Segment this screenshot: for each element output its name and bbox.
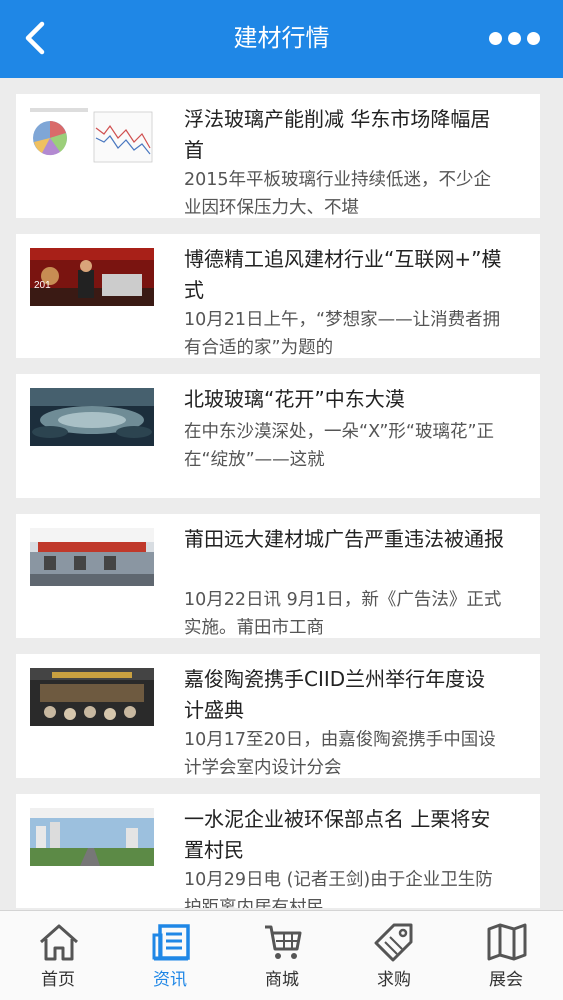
nav-label: 求购 <box>377 970 411 990</box>
news-thumbnail <box>30 808 154 866</box>
nav-label: 首页 <box>41 970 75 990</box>
nav-item-purchase[interactable]: 求购 <box>338 911 450 1000</box>
nav-item-expo[interactable]: 展会 <box>450 911 562 1000</box>
page-title: 建材行情 <box>233 24 330 52</box>
news-thumbnail: 201 <box>30 248 154 306</box>
news-thumbnail <box>30 108 154 166</box>
nav-label: 商城 <box>265 970 299 990</box>
map-icon <box>486 921 528 963</box>
news-title: 博德精工追风建材行业“互联网+”模式 <box>184 247 502 302</box>
nav-item-home[interactable]: 首页 <box>2 911 114 1000</box>
news-icon <box>150 921 192 963</box>
news-thumbnail <box>30 528 154 586</box>
tag-icon <box>374 921 416 963</box>
news-summary: 10月17至20日，由嘉俊陶瓷携手中国设计学会室内设计分会 <box>184 730 496 778</box>
nav-item-mall[interactable]: 商城 <box>226 911 338 1000</box>
bottom-nav: 首页 资讯 商城 求购 展会 <box>0 910 563 1000</box>
news-thumbnail <box>30 668 154 726</box>
news-item[interactable]: 一水泥企业被环保部点名 上栗将安置村民 10月29日电 (记者王剑)由于企业卫生… <box>16 794 540 908</box>
home-icon <box>38 921 80 963</box>
news-item[interactable]: 北玻玻璃“花开”中东大漠 在中东沙漠深处，一朵“X”形“玻璃花”正在“绽放”——… <box>16 374 540 498</box>
news-title: 北玻玻璃“花开”中东大漠 <box>184 387 405 411</box>
news-item[interactable]: 浮法玻璃产能削减 华东市场降幅居首 2015年平板玻璃行业持续低迷，不少企业因环… <box>16 94 540 218</box>
news-summary: 10月29日电 (记者王剑)由于企业卫生防护距离内居有村民 <box>184 870 493 908</box>
news-summary: 在中东沙漠深处，一朵“X”形“玻璃花”正在“绽放”——这就 <box>184 422 495 470</box>
nav-item-news[interactable]: 资讯 <box>114 911 226 1000</box>
svg-text:201: 201 <box>34 280 51 291</box>
news-title: 嘉俊陶瓷携手CIID兰州举行年度设计盛典 <box>184 667 486 722</box>
news-summary: 10月21日上午，“梦想家——让消费者拥有合适的家”为题的 <box>184 310 501 358</box>
news-title: 一水泥企业被环保部点名 上栗将安置村民 <box>184 807 491 862</box>
news-title: 莆田远大建材城广告严重违法被通报 <box>184 527 504 551</box>
nav-label: 资讯 <box>153 970 187 990</box>
news-summary: 2015年平板玻璃行业持续低迷，不少企业因环保压力大、不堪 <box>184 170 492 218</box>
news-item[interactable]: 莆田远大建材城广告严重违法被通报 10月22日讯 9月1日，新《广告法》正式实施… <box>16 514 540 638</box>
news-summary: 10月22日讯 9月1日，新《广告法》正式实施。莆田市工商 <box>184 590 502 638</box>
news-list: 浮法玻璃产能削减 华东市场降幅居首 2015年平板玻璃行业持续低迷，不少企业因环… <box>0 78 563 908</box>
news-item[interactable]: 201 博德精工追风建材行业“互联网+”模式 10月21日上午，“梦想家——让消… <box>16 234 540 358</box>
top-bar: 建材行情 <box>0 0 563 78</box>
more-dots-icon[interactable] <box>489 26 541 50</box>
cart-icon <box>262 921 304 963</box>
news-title: 浮法玻璃产能削减 华东市场降幅居首 <box>184 107 491 162</box>
news-thumbnail <box>30 388 154 446</box>
news-item[interactable]: 嘉俊陶瓷携手CIID兰州举行年度设计盛典 10月17至20日，由嘉俊陶瓷携手中国… <box>16 654 540 778</box>
nav-label: 展会 <box>489 970 523 990</box>
